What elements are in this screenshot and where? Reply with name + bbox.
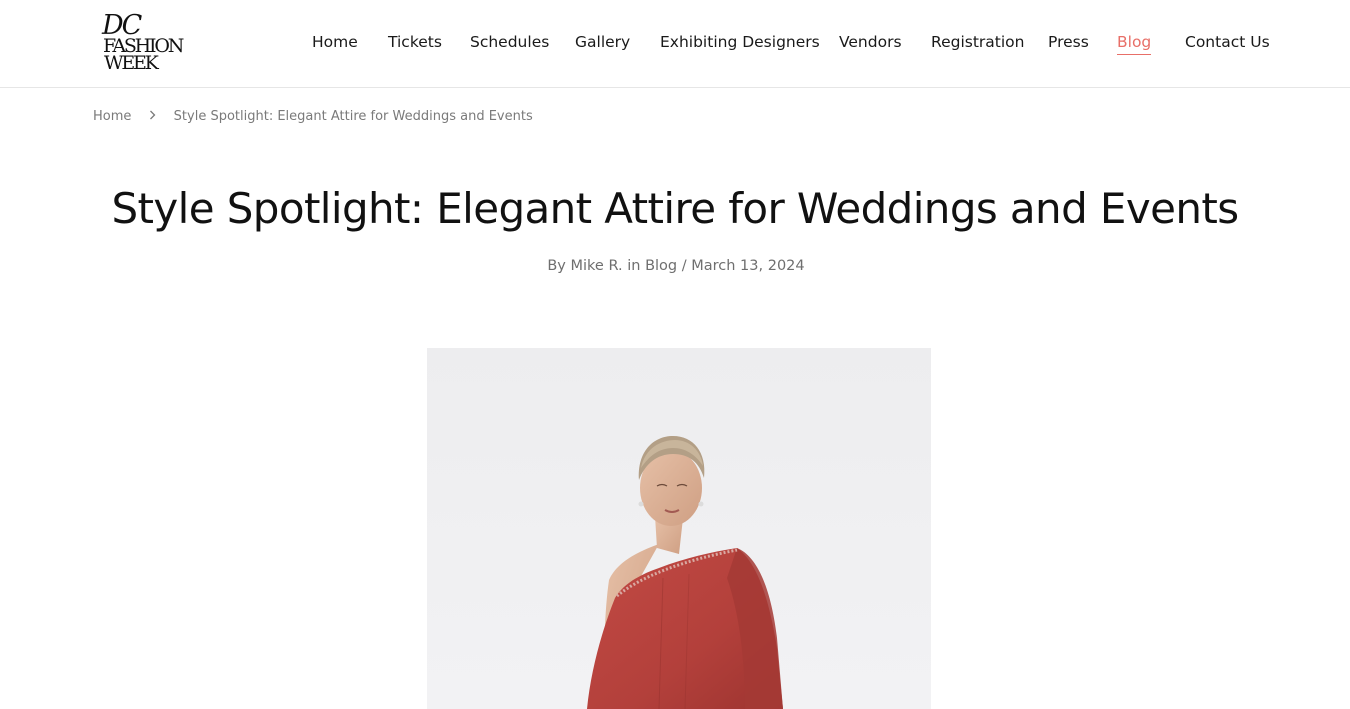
meta-by: By — [547, 258, 566, 274]
nav-item-registration[interactable]: Registration — [931, 31, 1024, 53]
breadcrumb-home-link[interactable]: Home — [93, 109, 131, 124]
nav-item-press[interactable]: Press — [1048, 31, 1089, 53]
chevron-right-icon — [149, 108, 156, 126]
meta-in: in — [627, 258, 641, 274]
meta-separator: / — [681, 258, 687, 274]
nav-item-vendors[interactable]: Vendors — [839, 31, 902, 53]
main-nav: Home Tickets Schedules Gallery Exhibitin… — [0, 31, 1350, 55]
nav-item-home[interactable]: Home — [312, 31, 358, 53]
nav-item-tickets[interactable]: Tickets — [388, 31, 442, 53]
nav-item-blog[interactable]: Blog — [1117, 31, 1152, 55]
nav-item-exhibiting-designers[interactable]: Exhibiting Designers — [660, 31, 820, 53]
nav-item-contact-us[interactable]: Contact Us — [1185, 31, 1270, 53]
page-title: Style Spotlight: Elegant Attire for Wedd… — [111, 184, 1239, 233]
logo-line-week: WEEK — [104, 52, 159, 74]
breadcrumb: Home Style Spotlight: Elegant Attire for… — [93, 108, 533, 126]
model-illustration — [427, 348, 931, 709]
post-date: March 13, 2024 — [691, 258, 805, 274]
category-link[interactable]: Blog — [645, 258, 677, 274]
hero-image — [427, 348, 931, 709]
post-meta: By Mike R. in Blog / March 13, 2024 — [0, 256, 1350, 276]
nav-item-schedules[interactable]: Schedules — [470, 31, 549, 53]
nav-item-gallery[interactable]: Gallery — [575, 31, 630, 53]
author-link[interactable]: Mike R. — [571, 258, 623, 274]
site-header: DC FASHION WEEK Home Tickets Schedules G… — [0, 0, 1350, 88]
breadcrumb-current: Style Spotlight: Elegant Attire for Wedd… — [173, 109, 533, 124]
